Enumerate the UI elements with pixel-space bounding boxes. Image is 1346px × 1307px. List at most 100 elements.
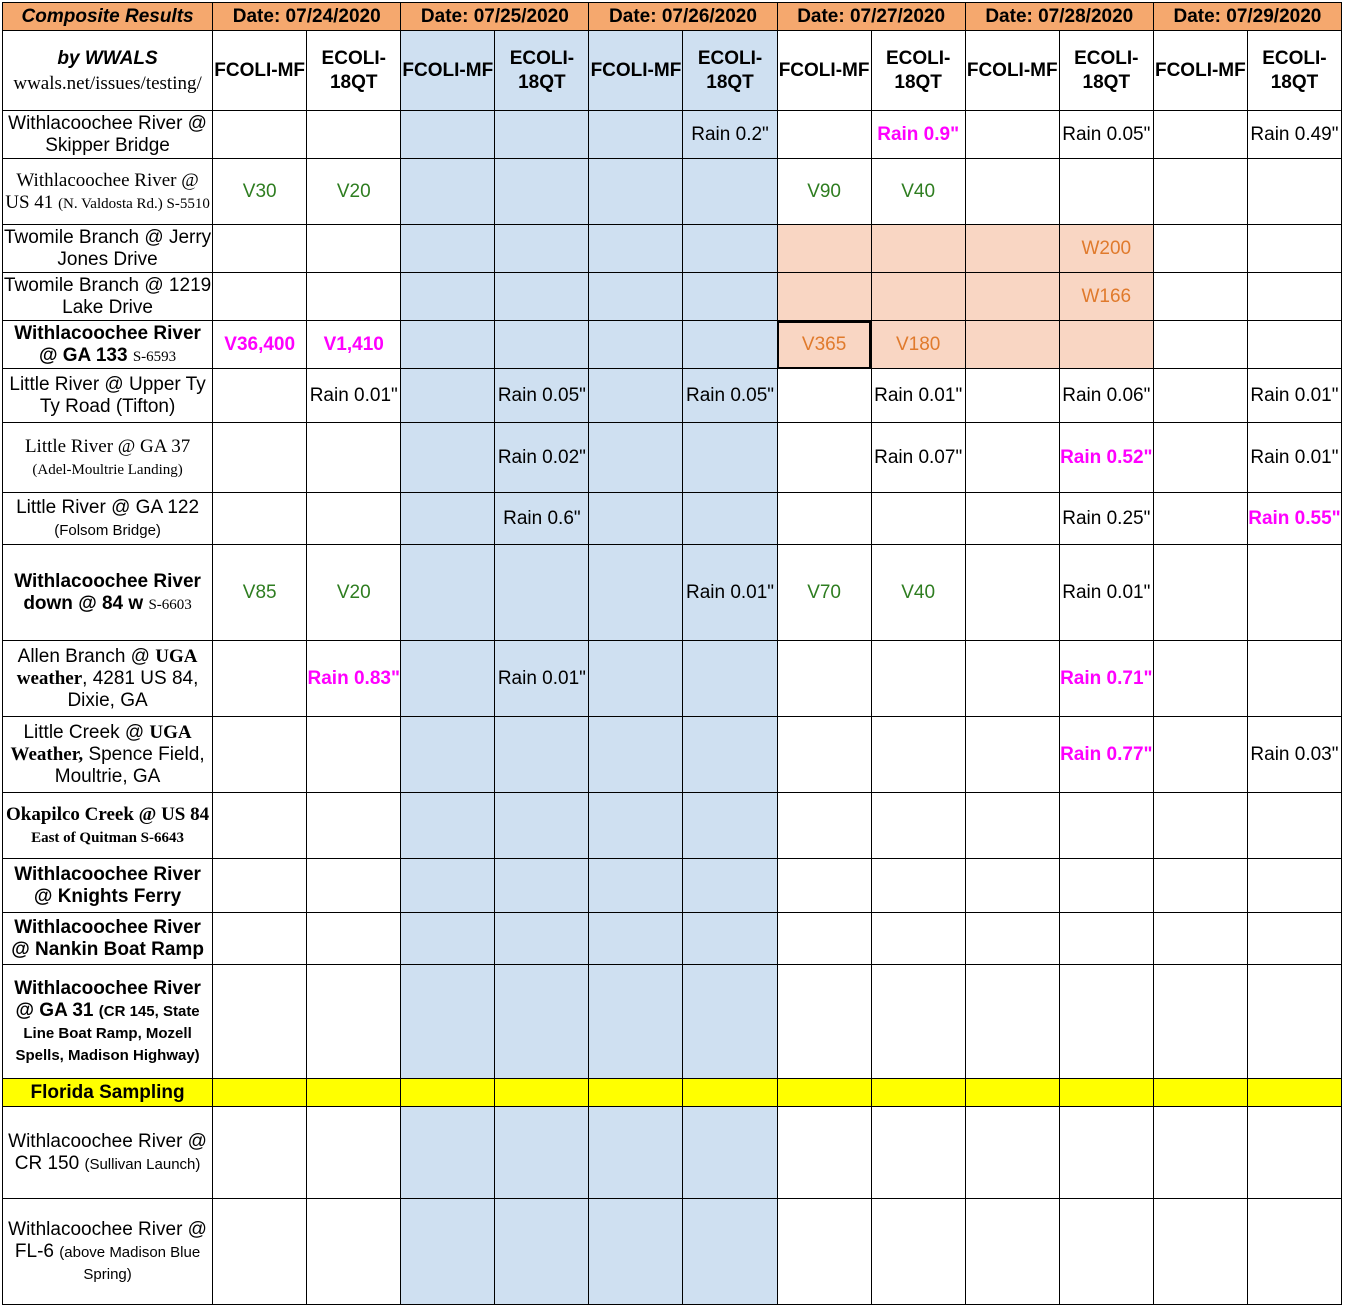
cell-value[interactable]: Rain 0.49" (1246, 110, 1343, 159)
cell[interactable] (494, 912, 590, 965)
cell[interactable] (964, 544, 1060, 641)
cell[interactable] (588, 158, 684, 225)
cell[interactable] (588, 320, 684, 369)
cell-value[interactable]: V36,400 (212, 320, 308, 369)
cell[interactable] (1058, 912, 1154, 965)
cell-value[interactable]: Rain 0.01" (1058, 544, 1154, 641)
cell[interactable] (776, 422, 872, 493)
cell[interactable] (212, 422, 308, 493)
date-header-6[interactable]: Date: 07/29/2020 (1152, 2, 1343, 31)
cell[interactable] (400, 320, 496, 369)
cell[interactable] (400, 368, 496, 423)
cell[interactable] (212, 912, 308, 965)
cell[interactable] (870, 964, 966, 1079)
cell[interactable] (306, 716, 402, 793)
cell[interactable] (870, 272, 966, 321)
cell[interactable] (588, 1078, 684, 1107)
cell[interactable] (1152, 964, 1248, 1079)
cell[interactable] (588, 368, 684, 423)
date-header-1[interactable]: Date: 07/24/2020 (212, 2, 402, 31)
cell[interactable] (212, 272, 308, 321)
cell[interactable] (870, 858, 966, 913)
cell[interactable] (682, 858, 778, 913)
cell-value[interactable]: Rain 0.9" (870, 110, 966, 159)
cell[interactable] (682, 272, 778, 321)
cell[interactable] (400, 1106, 496, 1199)
cell[interactable] (682, 716, 778, 793)
cell[interactable] (1246, 320, 1343, 369)
location-ga-133[interactable]: Withlacoochee River @ GA 133 S-6593 (1, 320, 214, 369)
cell[interactable] (400, 1198, 496, 1305)
cell[interactable] (682, 792, 778, 859)
selected-cell-value[interactable]: V365 (776, 320, 872, 369)
cell[interactable] (1246, 640, 1343, 717)
cell[interactable] (682, 1078, 778, 1107)
cell[interactable] (494, 158, 590, 225)
col-ecoli-1[interactable]: ECOLI-18QT (306, 30, 402, 111)
cell[interactable] (964, 224, 1060, 273)
cell[interactable] (964, 492, 1060, 545)
cell-value[interactable]: Rain 0.02" (494, 422, 590, 493)
cell[interactable] (870, 792, 966, 859)
cell[interactable] (494, 272, 590, 321)
cell[interactable] (964, 272, 1060, 321)
cell[interactable] (494, 320, 590, 369)
cell-value[interactable]: Rain 0.01" (682, 544, 778, 641)
cell[interactable] (1058, 1198, 1154, 1305)
cell-value[interactable]: Rain 0.55" (1246, 492, 1343, 545)
cell-value[interactable]: V20 (306, 544, 402, 641)
cell-value[interactable]: V70 (776, 544, 872, 641)
col-fcoli-5[interactable]: FCOLI-MF (964, 30, 1060, 111)
location-skipper-bridge[interactable]: Withlacoochee River @ Skipper Bridge (1, 110, 214, 159)
col-ecoli-6[interactable]: ECOLI-18QT (1246, 30, 1343, 111)
location-cr-150[interactable]: Withlacoochee River @ CR 150 (Sullivan L… (1, 1106, 214, 1199)
by-wwals-cell[interactable]: by WWALS wwals.net/issues/testing/ (1, 30, 214, 111)
cell[interactable] (212, 1198, 308, 1305)
location-nankin[interactable]: Withlacoochee River @ Nankin Boat Ramp (1, 912, 214, 965)
cell[interactable] (776, 912, 872, 965)
cell[interactable] (682, 422, 778, 493)
location-ga-31[interactable]: Withlacoochee River @ GA 31 (CR 145, Sta… (1, 964, 214, 1079)
col-fcoli-1[interactable]: FCOLI-MF (212, 30, 308, 111)
col-fcoli-3[interactable]: FCOLI-MF (588, 30, 684, 111)
location-us-41[interactable]: Withlacoochee River @ US 41 (N. Valdosta… (1, 158, 214, 225)
cell[interactable] (776, 640, 872, 717)
cell[interactable] (964, 964, 1060, 1079)
cell[interactable] (588, 640, 684, 717)
location-knights-ferry[interactable]: Withlacoochee River @ Knights Ferry (1, 858, 214, 913)
cell[interactable] (494, 110, 590, 159)
cell-value[interactable]: V40 (870, 158, 966, 225)
cell[interactable] (1246, 272, 1343, 321)
cell[interactable] (494, 1078, 590, 1107)
cell[interactable] (964, 640, 1060, 717)
cell[interactable] (212, 858, 308, 913)
cell[interactable] (870, 1106, 966, 1199)
cell-value[interactable]: W166 (1058, 272, 1154, 321)
cell[interactable] (400, 716, 496, 793)
cell-value[interactable]: Rain 0.83" (306, 640, 402, 717)
cell-value[interactable]: Rain 0.6" (494, 492, 590, 545)
cell[interactable] (776, 110, 872, 159)
date-header-5[interactable]: Date: 07/28/2020 (964, 2, 1154, 31)
cell[interactable] (1246, 1198, 1343, 1305)
cell[interactable] (306, 1106, 402, 1199)
cell[interactable] (1058, 1078, 1154, 1107)
cell[interactable] (494, 1106, 590, 1199)
cell[interactable] (400, 544, 496, 641)
cell[interactable] (776, 272, 872, 321)
cell[interactable] (400, 964, 496, 1079)
cell[interactable] (306, 964, 402, 1079)
cell[interactable] (964, 1078, 1060, 1107)
cell[interactable] (776, 368, 872, 423)
cell[interactable] (494, 544, 590, 641)
location-lake-drive[interactable]: Twomile Branch @ 1219 Lake Drive (1, 272, 214, 321)
cell[interactable] (1152, 640, 1248, 717)
cell[interactable] (1152, 492, 1248, 545)
cell[interactable] (682, 640, 778, 717)
cell[interactable] (494, 964, 590, 1079)
cell[interactable] (212, 224, 308, 273)
cell[interactable] (870, 640, 966, 717)
cell[interactable] (306, 1198, 402, 1305)
cell-value[interactable]: Rain 0.25" (1058, 492, 1154, 545)
cell[interactable] (1152, 272, 1248, 321)
